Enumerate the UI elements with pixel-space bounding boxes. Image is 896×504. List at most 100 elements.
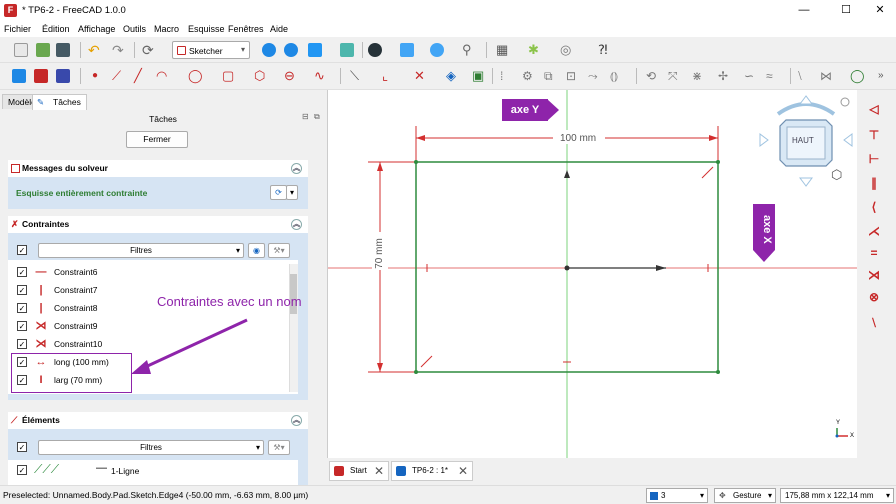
view-sketch-icon[interactable] bbox=[34, 69, 48, 83]
point-icon[interactable]: ● bbox=[92, 69, 106, 83]
polyline-icon[interactable]: ⟋ bbox=[112, 69, 126, 83]
elements-filter-checkbox[interactable]: ✓ bbox=[17, 442, 27, 452]
draw-style-icon[interactable] bbox=[368, 43, 382, 57]
rotate-icon[interactable]: ⟲ bbox=[646, 69, 660, 83]
constraint-checkbox[interactable]: ✓ bbox=[17, 303, 27, 313]
height-dimension-label[interactable]: 70 mm bbox=[374, 238, 385, 269]
collapse-icon[interactable]: ︽ bbox=[291, 163, 302, 174]
construction-mode-icon[interactable]: ⟍ bbox=[350, 69, 364, 83]
measure-icon[interactable] bbox=[430, 43, 444, 57]
element-checkbox[interactable]: ✓ bbox=[17, 465, 27, 475]
view-cube-icon[interactable] bbox=[308, 43, 322, 57]
line-icon[interactable]: ╱ bbox=[134, 69, 148, 83]
vertical-dimension-icon[interactable]: ⊤ bbox=[866, 128, 882, 142]
fit-all-icon[interactable] bbox=[262, 43, 276, 57]
view-menu-icon[interactable]: ⬡ bbox=[831, 167, 842, 183]
visibility-eye-icon[interactable]: ◉ bbox=[248, 243, 265, 258]
minimize-button[interactable]: — bbox=[790, 2, 818, 19]
navcube-face-label[interactable]: HAUT bbox=[792, 136, 814, 145]
menu-fichier[interactable]: Fichier bbox=[4, 24, 31, 34]
parallel-icon[interactable]: ∥ bbox=[866, 176, 882, 190]
constraint-checkbox[interactable]: ✓ bbox=[17, 267, 27, 277]
validate-sketch-icon[interactable]: ◯ bbox=[850, 69, 865, 83]
elements-section-header[interactable]: ⟋ Éléments ︽ bbox=[8, 412, 308, 429]
maximize-button[interactable]: ☐ bbox=[832, 2, 860, 19]
menu-fenetres[interactable]: Fenêtres bbox=[228, 24, 264, 34]
refresh-icon[interactable]: ⟳ bbox=[142, 43, 156, 57]
symmetry-icon[interactable]: ⧉ bbox=[544, 69, 558, 83]
clone-icon[interactable]: ⊡ bbox=[566, 69, 580, 83]
constraints-section-header[interactable]: ✗ Contraintes ︽ bbox=[8, 216, 308, 233]
equal-icon[interactable]: = bbox=[866, 246, 882, 260]
move-icon[interactable]: ⤳ bbox=[588, 69, 602, 83]
menu-outils[interactable]: Outils bbox=[123, 24, 146, 34]
grid-icon[interactable]: ▦ bbox=[496, 43, 510, 57]
tab-document[interactable]: TP6-2 : 1* ✕ bbox=[391, 461, 473, 481]
horizontal-dist-icon[interactable]: ⋈ bbox=[820, 69, 834, 83]
menu-aide[interactable]: Aide bbox=[270, 24, 288, 34]
polygon-icon[interactable]: ⬡ bbox=[254, 69, 268, 83]
settings-tools-icon[interactable]: ⚒▾ bbox=[268, 243, 290, 258]
fit-selection-icon[interactable] bbox=[284, 43, 298, 57]
arc-icon[interactable]: ◠ bbox=[156, 69, 170, 83]
trim-icon[interactable]: ✕ bbox=[414, 69, 428, 83]
render-order-icon[interactable]: ◎ bbox=[560, 43, 574, 57]
menu-macro[interactable]: Macro bbox=[154, 24, 179, 34]
undo-icon[interactable]: ↶ bbox=[88, 43, 102, 57]
more-tools-icon[interactable]: » bbox=[878, 69, 892, 83]
leave-sketch-icon[interactable] bbox=[12, 69, 26, 83]
list-item[interactable]: ✓ — Constraint6 bbox=[8, 263, 288, 281]
panel-float-icon[interactable]: ⧉ bbox=[314, 112, 320, 122]
redo-icon[interactable]: ↷ bbox=[112, 43, 126, 57]
collapse-icon[interactable]: ︽ bbox=[291, 219, 302, 230]
settings-tools-icon[interactable]: ⚒▾ bbox=[268, 440, 290, 455]
perpendicular-icon[interactable]: ⋌ bbox=[866, 224, 882, 238]
constraint-checkbox[interactable]: ✓ bbox=[17, 285, 27, 295]
std-views-icon[interactable] bbox=[400, 43, 414, 57]
constraints-filter-select[interactable]: Filtres ▾ bbox=[38, 243, 244, 258]
layer-selector[interactable]: 3 ▾ bbox=[646, 488, 708, 503]
symmetric-icon[interactable]: ⋊ bbox=[866, 268, 882, 282]
bspline-icon[interactable]: ∿ bbox=[314, 69, 328, 83]
carbon-copy-icon[interactable]: ▣ bbox=[472, 69, 486, 83]
select-constraints-icon[interactable]: ⁞ bbox=[500, 69, 514, 83]
panel-minimize-icon[interactable]: ⊟ bbox=[302, 112, 309, 121]
scale-icon[interactable]: ⤧ bbox=[668, 69, 682, 83]
menu-affichage[interactable]: Affichage bbox=[78, 24, 115, 34]
save-icon[interactable] bbox=[56, 43, 70, 57]
close-icon[interactable]: ✕ bbox=[374, 462, 384, 480]
constraints-filter-checkbox[interactable]: ✓ bbox=[17, 245, 27, 255]
view-section-icon[interactable] bbox=[56, 69, 70, 83]
new-document-icon[interactable] bbox=[14, 43, 28, 57]
elements-filter-select[interactable]: Filtres ▾ bbox=[38, 440, 264, 455]
navigation-style-selector[interactable]: ✥ Gesture ▾ bbox=[714, 488, 776, 503]
refresh-solver-icon[interactable]: ⟳ bbox=[270, 185, 287, 200]
fillet-icon[interactable]: ⌞ bbox=[382, 69, 396, 83]
tab-start[interactable]: Start ✕ bbox=[329, 461, 389, 481]
curve-icon[interactable]: ∽ bbox=[744, 69, 758, 83]
link-icon[interactable]: ⚲ bbox=[462, 43, 476, 57]
close-sketch-button[interactable]: Fermer bbox=[126, 131, 188, 148]
tab-taches[interactable]: ✎ Tâches bbox=[32, 94, 87, 110]
close-icon[interactable]: ✕ bbox=[458, 462, 468, 480]
workbench-selector[interactable]: Sketcher ▾ bbox=[172, 41, 250, 59]
menu-esquisse[interactable]: Esquisse bbox=[188, 24, 225, 34]
block-icon[interactable]: ⊗ bbox=[866, 290, 882, 304]
select-origin-icon[interactable]: ⚙ bbox=[522, 69, 536, 83]
constraint-checkbox[interactable]: ✓ bbox=[17, 339, 27, 349]
coincident-icon[interactable]: ⊢ bbox=[866, 152, 882, 166]
whats-this-icon[interactable]: ⁈ bbox=[598, 43, 612, 57]
circle-icon[interactable]: ◯ bbox=[188, 69, 203, 83]
dimension-display[interactable]: 175,88 mm x 122,14 mm ▾ bbox=[780, 488, 894, 503]
3d-viewport[interactable]: 100 mm 70 mm axe Y axe X HAUT ⬡ Y X bbox=[327, 90, 858, 458]
rectangle-icon[interactable]: ▢ bbox=[222, 69, 236, 83]
dim-tools-icon[interactable]: ⧵ bbox=[798, 69, 812, 83]
tangent-icon[interactable]: ⟨ bbox=[866, 200, 882, 214]
external-geometry-icon[interactable]: ◈ bbox=[446, 69, 460, 83]
dimension-constraint-icon[interactable]: ◁ bbox=[866, 102, 882, 116]
solver-section-header[interactable]: Messages du solveur ︽ bbox=[8, 160, 308, 177]
open-document-icon[interactable] bbox=[36, 43, 50, 57]
snap-icon[interactable]: ✱ bbox=[528, 43, 542, 57]
offset-icon[interactable]: ⋇ bbox=[692, 69, 706, 83]
chevron-down-icon[interactable]: ▾ bbox=[286, 185, 298, 200]
